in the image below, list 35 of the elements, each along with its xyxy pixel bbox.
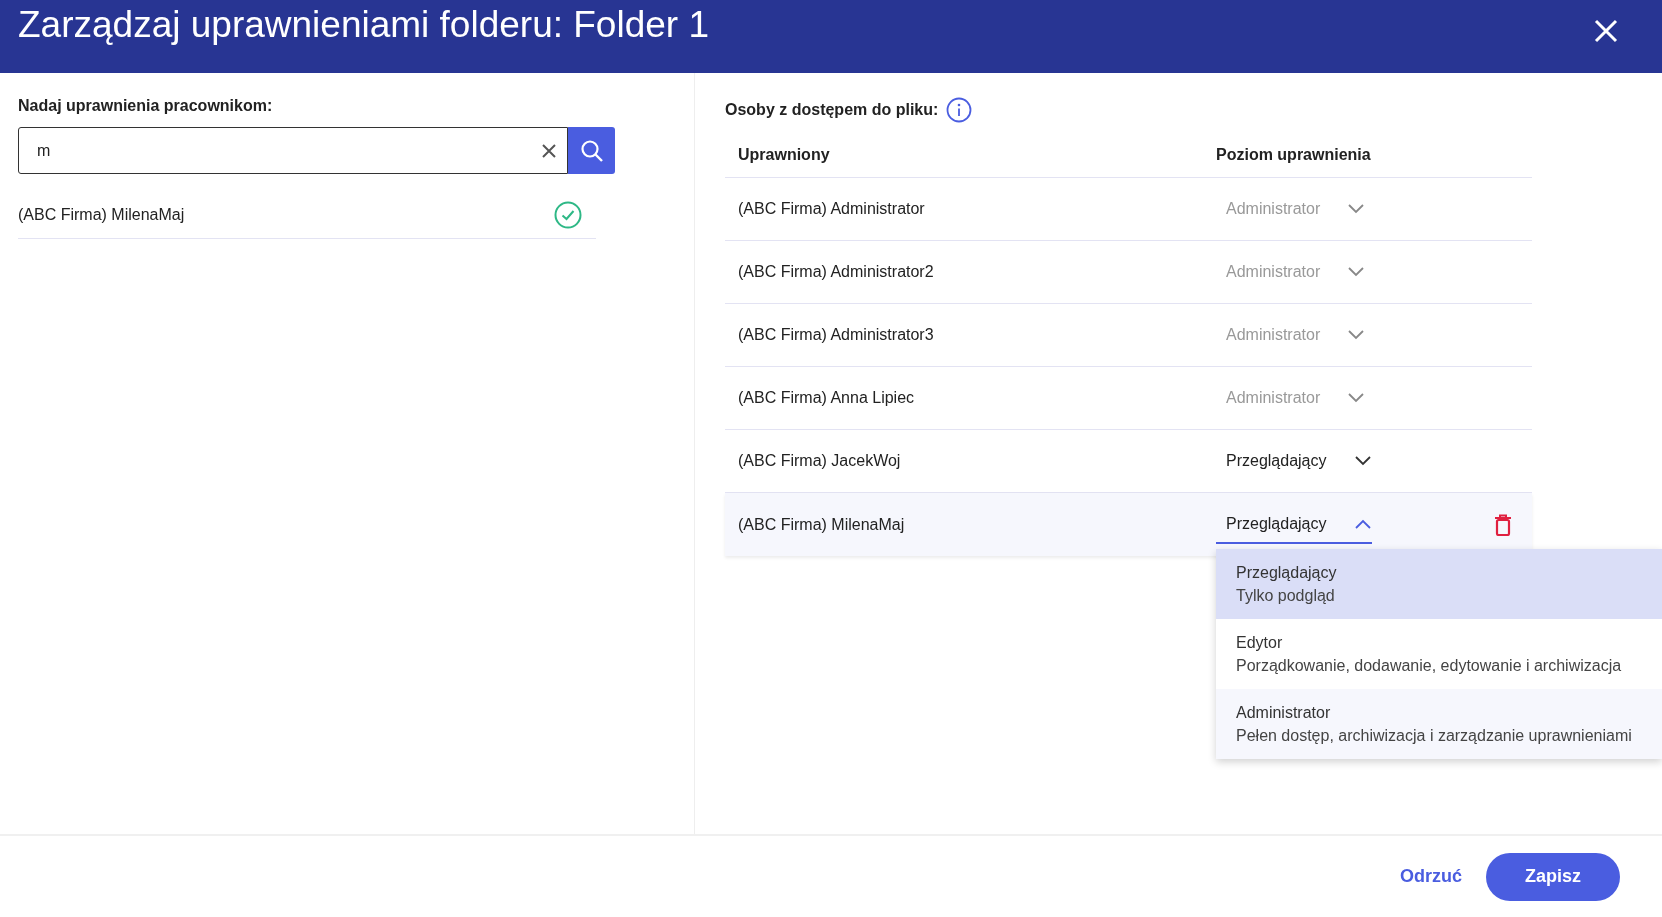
result-name: (ABC Firma) MilenaMaj [18,205,185,224]
menu-option[interactable]: Przeglądający Tylko podgląd [1216,549,1662,619]
chevron-up-icon [1354,519,1371,529]
search-field[interactable]: m [18,127,568,174]
info-icon[interactable] [946,97,973,123]
section-label: Nadaj uprawnienia pracownikom: [18,97,274,115]
person-name: (ABC Firma) Administrator2 [737,263,935,281]
save-button[interactable]: Zapisz [1486,852,1620,901]
close-icon [1594,18,1618,43]
column-header: Poziom uprawnienia [1216,146,1372,164]
person-name: (ABC Firma) Administrator3 [737,326,935,344]
chevron-down-icon [1348,203,1365,214]
delete-button[interactable] [1494,513,1512,536]
window-title: Zarządzaj uprawnieniami folderu: Folder 1 [18,4,709,47]
chevron-down-icon [1348,266,1365,277]
result-item[interactable]: (ABC Firma) MilenaMaj [18,191,596,239]
permission-select[interactable]: Przeglądający [1216,441,1372,481]
clear-button[interactable] [540,142,558,160]
section-label: Osoby z dostępem do pliku: [725,101,939,119]
person-name: (ABC Firma) Administrator [737,200,926,218]
clear-icon [542,144,556,158]
person-name: (ABC Firma) Anna Lipiec [737,389,916,407]
menu-option[interactable]: Administrator Pełen dostęp, archiwizacja i zarządzanie uprawnieniami [1216,689,1662,759]
trash-icon [1494,513,1512,536]
person-name: (ABC Firma) MilenaMaj [737,515,906,534]
person-name: (ABC Firma) JacekWoj [737,452,902,470]
permission-select[interactable]: Przeglądający [1216,505,1372,544]
chevron-down-icon [1348,392,1365,403]
search-icon [579,138,604,163]
column-header: Uprawniony [737,146,831,164]
chevron-down-icon [1354,455,1371,466]
cancel-button[interactable]: Odrzuć [1400,858,1462,895]
menu-option[interactable]: Edytor Porządkowanie, dodawanie, edytowanie i archiwizacja [1216,619,1662,689]
chevron-down-icon [1348,329,1365,340]
search-button[interactable] [568,127,615,174]
